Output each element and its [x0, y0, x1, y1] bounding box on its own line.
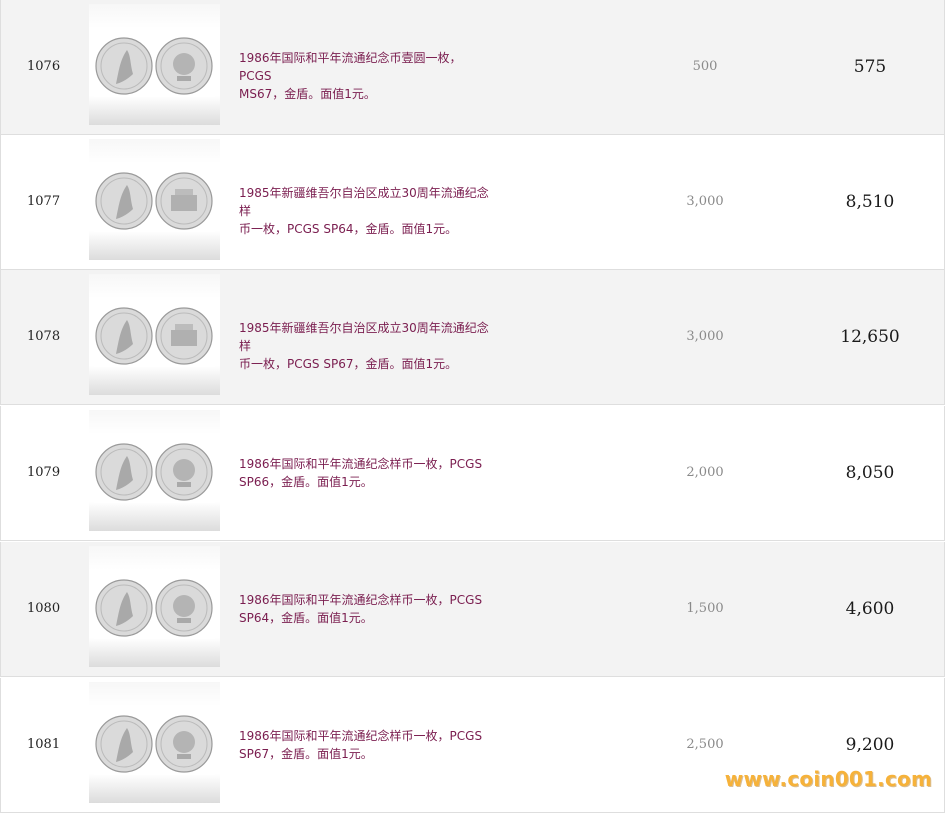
lot-description-line: 币一枚，PCGS SP67，金盾。面值1元。 — [239, 357, 458, 371]
coin-pair-icon — [94, 713, 215, 775]
coin-pair-image[interactable] — [89, 139, 220, 260]
lot-description-line: SP66，金盾。面值1元。 — [239, 475, 373, 489]
coin-pair-icon — [94, 305, 215, 367]
lot-estimate: 1,500 — [686, 601, 724, 616]
lot-number: 1076 — [27, 59, 61, 74]
lot-estimate: 3,000 — [686, 329, 724, 344]
lot-row[interactable]: 1077 1985年新疆维吾尔自治区成立30周年流通纪念样 币一枚，PCGS S… — [0, 135, 945, 270]
lot-description-line: 1985年新疆维吾尔自治区成立30周年流通纪念样 — [239, 186, 489, 218]
lot-description[interactable]: 1986年国际和平年流通纪念样币一枚，PCGS SP66，金盾。面值1元。 — [239, 455, 491, 491]
coin-pair-image[interactable] — [89, 546, 220, 667]
lot-description-line: 1986年国际和平年流通纪念样币一枚，PCGS — [239, 457, 483, 471]
lot-price: 4,600 — [845, 599, 895, 619]
lot-description[interactable]: 1986年国际和平年流通纪念样币一枚，PCGS SP67，金盾。面值1元。 — [239, 727, 491, 763]
lot-description[interactable]: 1986年国际和平年流通纪念币壹圆一枚，PCGS MS67，金盾。面值1元。 — [239, 49, 491, 103]
lot-estimate: 2,000 — [686, 465, 724, 480]
lot-number: 1079 — [27, 465, 61, 480]
coin-pair-icon — [94, 577, 215, 639]
coin-pair-icon — [94, 35, 215, 97]
coin-pair-image[interactable] — [89, 410, 220, 531]
coin-pair-icon — [94, 170, 215, 232]
lot-description-line: 币一枚，PCGS SP64，金盾。面值1元。 — [239, 222, 458, 236]
lot-number: 1081 — [27, 737, 61, 752]
lot-row[interactable]: 1079 1986年国际和平年流通纪念样币一枚，PCGS SP66，金盾。面值1… — [0, 406, 945, 541]
site-watermark: www.coin001.com — [724, 767, 932, 791]
lot-row[interactable]: 1081 1986年国际和平年流通纪念样币一枚，PCGS SP67，金盾。面值1… — [0, 678, 945, 813]
lot-row[interactable]: 1080 1986年国际和平年流通纪念样币一枚，PCGS SP64，金盾。面值1… — [0, 542, 945, 677]
lot-description-line: 1986年国际和平年流通纪念样币一枚，PCGS — [239, 729, 483, 743]
lot-description-line: SP64，金盾。面值1元。 — [239, 611, 373, 625]
lot-price: 8,050 — [845, 463, 895, 483]
coin-pair-image[interactable] — [89, 274, 220, 395]
lot-number: 1077 — [27, 194, 61, 209]
lot-price: 12,650 — [840, 327, 900, 347]
lot-price: 8,510 — [845, 192, 895, 212]
coin-pair-image[interactable] — [89, 4, 220, 125]
lot-description[interactable]: 1986年国际和平年流通纪念样币一枚，PCGS SP64，金盾。面值1元。 — [239, 591, 491, 627]
lot-row[interactable]: 1076 1986年国际和平年流通纪念币壹圆一枚，PCGS MS67，金盾。面值… — [0, 0, 945, 135]
lot-price: 575 — [853, 57, 887, 77]
lot-description-line: 1986年国际和平年流通纪念样币一枚，PCGS — [239, 593, 483, 607]
coin-pair-image[interactable] — [89, 682, 220, 803]
lot-number: 1078 — [27, 329, 61, 344]
lot-price: 9,200 — [845, 735, 895, 755]
lot-estimate: 2,500 — [686, 737, 724, 752]
lot-estimate: 3,000 — [686, 194, 724, 209]
lot-estimate: 500 — [692, 59, 718, 74]
lot-description-line: SP67，金盾。面值1元。 — [239, 747, 373, 761]
lot-row[interactable]: 1078 1985年新疆维吾尔自治区成立30周年流通纪念样 币一枚，PCGS S… — [0, 270, 945, 405]
lot-description-line: 1986年国际和平年流通纪念币壹圆一枚，PCGS — [239, 51, 462, 83]
lot-description[interactable]: 1985年新疆维吾尔自治区成立30周年流通纪念样 币一枚，PCGS SP64，金… — [239, 184, 491, 238]
lot-description-line: 1985年新疆维吾尔自治区成立30周年流通纪念样 — [239, 321, 489, 353]
coin-pair-icon — [94, 441, 215, 503]
lot-description[interactable]: 1985年新疆维吾尔自治区成立30周年流通纪念样 币一枚，PCGS SP67，金… — [239, 319, 491, 373]
lot-number: 1080 — [27, 601, 61, 616]
lot-description-line: MS67，金盾。面值1元。 — [239, 87, 376, 101]
